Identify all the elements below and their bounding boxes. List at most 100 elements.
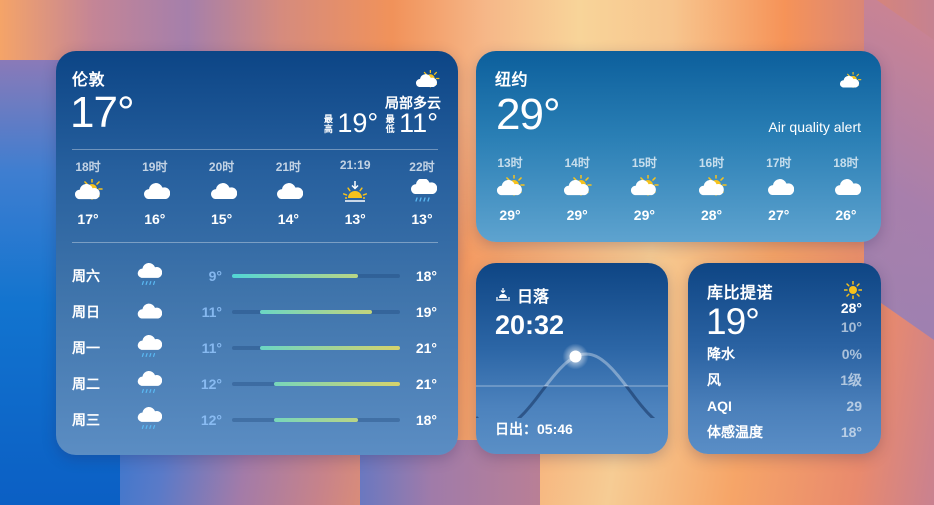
partly-cloudy-icon [73, 178, 103, 205]
current-temperature: 17° [70, 88, 135, 137]
day-low: 12° [200, 376, 222, 392]
rain-icon [134, 334, 163, 362]
hourly-item: 21:19 13° [331, 158, 379, 227]
temperature-range-bar [274, 418, 358, 422]
hour-time: 20时 [208, 160, 235, 174]
cloud-icon [764, 175, 794, 201]
temperature-range-track [232, 346, 400, 350]
day-low: 11° [201, 340, 222, 356]
hour-temperature: 16° [144, 211, 166, 227]
day-name: 周三 [72, 412, 100, 428]
hourly-forecast: 13时 29° 14时 29° 15时 29° 16时 28° 17时 27° … [486, 154, 870, 223]
detail-value: 0% [841, 346, 862, 362]
low-label: 最低 [385, 113, 395, 134]
low-temperature: 11° [399, 108, 438, 138]
hour-temperature: 29° [566, 207, 588, 223]
divider [72, 149, 438, 150]
hourly-item: 15时 29° [620, 154, 668, 223]
hourly-forecast: 18时 17° 19时 16° 20时 15° 21时 14° 21:19 13… [64, 158, 446, 227]
cloud-icon [273, 179, 304, 205]
hour-time: 17时 [766, 156, 792, 170]
detail-row-wind: 风 1级 [707, 367, 862, 393]
city-name: 伦敦 [72, 72, 106, 89]
hour-time: 21:19 [339, 158, 371, 172]
detail-row-aqi: AQI 29 [707, 393, 862, 419]
detail-value: 18° [840, 424, 862, 440]
hourly-item: 20时 15° [198, 158, 246, 227]
low-temperature: 10° [840, 319, 862, 335]
hour-time: 15时 [631, 156, 658, 170]
hour-time: 18时 [75, 160, 101, 174]
hour-time: 21时 [275, 160, 302, 174]
cloud-icon [207, 179, 237, 205]
sunset-icon [340, 179, 370, 205]
new-york-weather-widget[interactable]: 纽约 29° Air quality alert 13时 29° 14时 29°… [476, 51, 881, 242]
hour-temperature: 28° [700, 207, 723, 223]
day-high: 21° [415, 376, 437, 392]
current-temperature: 29° [496, 90, 561, 139]
rain-icon [134, 262, 163, 290]
sunset-widget[interactable]: 日落 20:32 日出：05:46 [476, 263, 668, 454]
hour-time: 14时 [564, 156, 590, 170]
hour-temperature: 29° [633, 207, 655, 223]
day-name: 周日 [72, 304, 100, 320]
daily-row: 周一 11° 21° [72, 330, 437, 366]
day-high: 19° [415, 304, 437, 320]
current-temperature: 19° [706, 301, 760, 342]
daily-forecast: 周六 9° 18° 周日 11° 19° 周一 11° 21° 周二 12° 2… [72, 258, 437, 438]
day-low: 11° [201, 304, 222, 320]
hour-temperature: 15° [211, 211, 233, 227]
temperature-range-bar [274, 382, 400, 386]
day-name: 周二 [72, 376, 100, 392]
detail-label: 风 [707, 372, 721, 388]
cloud-icon [134, 298, 163, 326]
london-weather-widget[interactable]: 伦敦 17° 局部多云 最高 19° 最低 11° 18时 17° 19时 16… [56, 51, 458, 455]
daily-row: 周六 9° 18° [72, 258, 437, 294]
hour-temperature: 17° [77, 211, 99, 227]
detail-value: 29 [846, 398, 862, 414]
detail-label: AQI [707, 398, 732, 414]
hourly-item: 19时 16° [131, 158, 179, 227]
partly-cloudy-icon [413, 69, 441, 92]
temperature-range-track [232, 274, 400, 278]
detail-label: 体感温度 [707, 424, 763, 440]
sunset-label: 日落 [517, 289, 550, 306]
detail-label: 降水 [707, 346, 735, 362]
hour-time: 18时 [833, 156, 859, 170]
temperature-range-track [232, 382, 400, 386]
partly-cloudy-icon [495, 174, 525, 201]
cupertino-weather-widget[interactable]: 库比提诺 19° 28° 10° 降水 0% 风 1级 AQI 29 体感温度 … [688, 263, 881, 454]
hourly-item: 18时 26° [822, 154, 870, 223]
hourly-item: 14时 29° [553, 154, 601, 223]
hourly-item: 16时 28° [688, 154, 736, 223]
hourly-item: 17时 27° [755, 154, 803, 223]
daily-row: 周日 11° 19° [72, 294, 437, 330]
sunset-icon [495, 288, 511, 302]
partly-cloudy-icon [837, 71, 863, 92]
temperature-range-bar [260, 346, 400, 350]
daily-row: 周三 12° 18° [72, 402, 437, 438]
divider [72, 242, 438, 243]
hour-temperature: 13° [344, 211, 366, 227]
detail-row-feels-like: 体感温度 18° [707, 419, 862, 445]
partly-cloudy-icon [697, 174, 727, 201]
sun-position-marker [569, 350, 582, 363]
sunny-icon [843, 280, 863, 300]
day-high: 18° [415, 268, 437, 284]
high-label: 最高 [323, 113, 333, 134]
hour-temperature: 29° [499, 207, 521, 223]
temperature-range-track [232, 418, 400, 422]
high-temperature: 28° [840, 300, 862, 316]
sunrise-time: 日出：05:46 [495, 421, 573, 437]
temperature-range-bar [260, 310, 372, 314]
cloud-icon [831, 175, 862, 201]
detail-row-precipitation: 降水 0% [707, 341, 862, 367]
hourly-item: 21时 14° [264, 158, 312, 227]
day-name: 周一 [72, 340, 100, 356]
hourly-item: 22时 13° [398, 158, 446, 227]
day-name: 周六 [72, 268, 100, 284]
temperature-range-bar [232, 274, 358, 278]
sunset-header: 日落 [495, 283, 549, 307]
sunset-time: 20:32 [495, 310, 565, 340]
high-low: 最高 19° 最低 11° [323, 110, 441, 137]
